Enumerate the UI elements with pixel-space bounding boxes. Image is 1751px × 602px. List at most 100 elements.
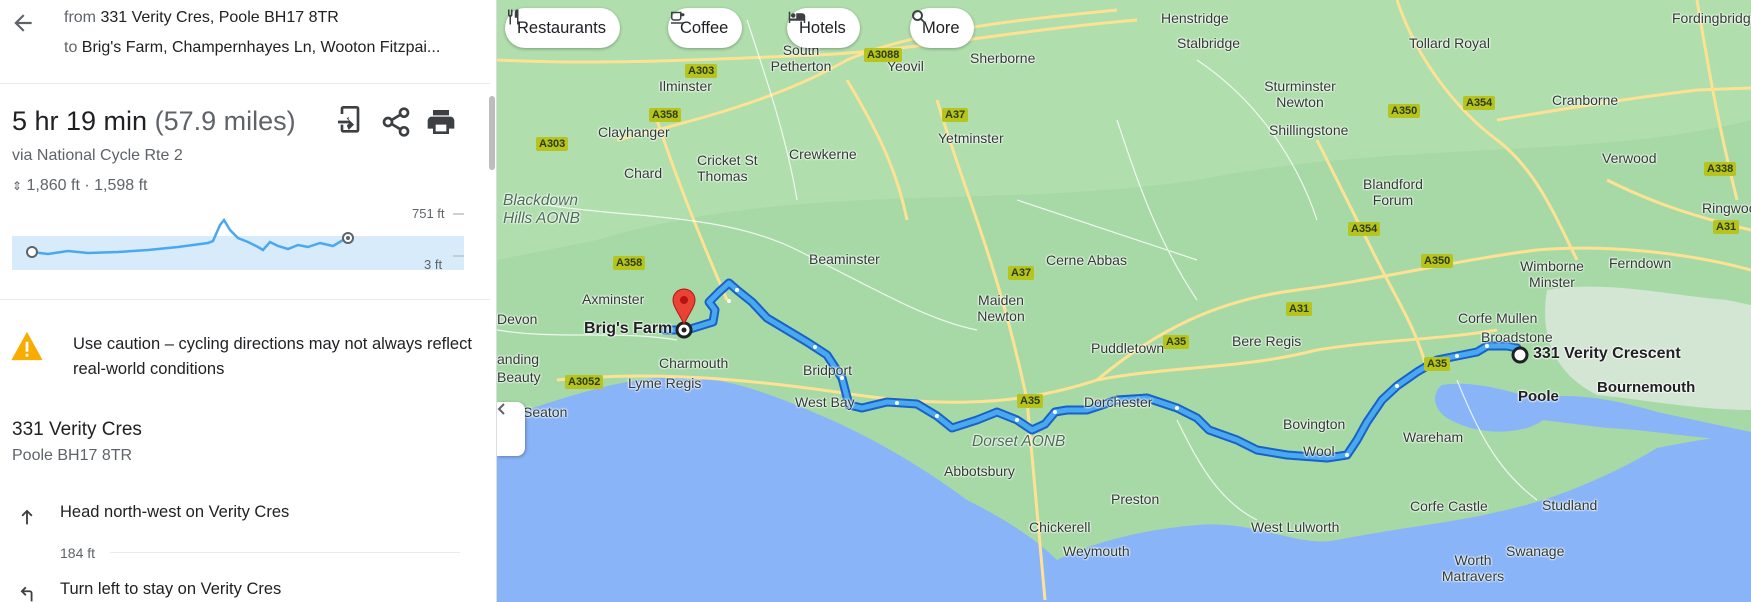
- route-destination[interactable]: to Brig's Farm, Champernhayes Ln, Wooton…: [64, 39, 469, 57]
- road-shield: A31: [1713, 220, 1740, 234]
- road-shield: A350: [1421, 254, 1454, 268]
- distance-value: (57.9 miles): [154, 106, 296, 136]
- map-label-place: Devon: [497, 311, 538, 327]
- map-label-place: Wool: [1303, 443, 1335, 459]
- restaurants-chip[interactable]: Restaurants: [505, 8, 620, 48]
- elevation-summary: ⇕ 1,860 ft · 1,598 ft: [12, 177, 147, 195]
- step-divider: [110, 552, 460, 553]
- road-shield: A35: [1163, 335, 1190, 349]
- elevation-start-marker: [26, 246, 38, 258]
- destination-pin-icon[interactable]: [672, 288, 696, 326]
- road-shield: A354: [1348, 222, 1381, 236]
- elevation-chart: 751 ft 3 ft: [12, 206, 464, 272]
- step-instruction[interactable]: Turn left to stay on Verity Cres: [60, 580, 281, 599]
- divider: [0, 299, 490, 300]
- panel-scrollbar[interactable]: [489, 96, 495, 170]
- restaurants-label: Restaurants: [517, 18, 606, 37]
- warning-icon: [11, 331, 43, 361]
- start-location-title: 331 Verity Cres: [12, 419, 142, 440]
- hotels-chip[interactable]: Hotels: [787, 8, 860, 48]
- destination-label[interactable]: Brig's Farm: [584, 320, 672, 338]
- hotel-icon: [788, 11, 806, 23]
- route-origin[interactable]: from 331 Verity Cres, Poole BH17 8TR: [64, 9, 339, 27]
- map-label-place: Cerne Abbas: [1046, 252, 1127, 268]
- restaurant-icon: [508, 9, 519, 25]
- map-label-place: Axminster: [582, 291, 645, 307]
- map-label-place: Chard: [624, 165, 663, 181]
- map-label-place: Beaminster: [809, 251, 880, 267]
- map-label-place: Cricket St Thomas: [697, 152, 758, 184]
- start-location-subtitle: Poole BH17 8TR: [12, 447, 133, 464]
- duration-value: 5 hr 19 min: [12, 106, 148, 136]
- origin-label[interactable]: 331 Verity Crescent: [1533, 345, 1681, 363]
- map-label-place: Wareham: [1403, 429, 1464, 445]
- cycling-caution-text: Use caution – cycling directions may not…: [73, 335, 472, 378]
- map-label-place: Abbotsbury: [944, 463, 1015, 479]
- map-label-place: Fordingbridge: [1672, 10, 1751, 26]
- map-label-place: Yetminster: [938, 130, 1004, 146]
- trip-duration: 5 hr 19 min (57.9 miles): [12, 106, 296, 137]
- origin-prefix: from: [64, 9, 96, 26]
- road-shield: A354: [1463, 96, 1496, 110]
- road-shield: A37: [1008, 266, 1035, 280]
- destination-pin-dot: [680, 296, 688, 304]
- coffee-label: Coffee: [680, 18, 729, 37]
- map-label-place: Bovington: [1283, 416, 1346, 432]
- map-label-place: Puddletown: [1091, 340, 1165, 356]
- road-shield: A31: [1286, 302, 1313, 316]
- map-label-place: Lyme Regis: [628, 375, 702, 391]
- coffee-icon: [671, 11, 685, 24]
- step-distance: 184 ft: [60, 545, 96, 561]
- divider: [0, 83, 490, 84]
- directions-panel: from 331 Verity Cres, Poole BH17 8TR to …: [0, 0, 497, 602]
- road-shield: A358: [613, 256, 646, 270]
- destination-dot: [681, 327, 687, 333]
- collapse-panel-button[interactable]: [497, 402, 525, 456]
- map-label-place: Studland: [1542, 497, 1598, 513]
- send-to-phone-icon[interactable]: [334, 106, 366, 138]
- map-label-place: Dorchester: [1084, 394, 1153, 410]
- origin-marker[interactable]: [1511, 346, 1529, 364]
- map-label-place: Worth Matravers: [1441, 552, 1505, 584]
- back-arrow-icon[interactable]: [10, 10, 36, 36]
- map-label-place: Ilminster: [659, 78, 712, 94]
- map-label-place: Stalbridge: [1177, 35, 1241, 51]
- map-label-place: Swanage: [1506, 543, 1565, 559]
- map-label-place: Preston: [1111, 491, 1160, 507]
- map-label-place: Chickerell: [1029, 519, 1091, 535]
- map-canvas[interactable]: Henstridge Stalbridge Tollard Royal Ford…: [497, 0, 1751, 602]
- map-label-place: Ringwood: [1702, 200, 1751, 216]
- map-label-place: Verwood: [1602, 150, 1657, 166]
- map-label-town: Poole: [1518, 388, 1559, 405]
- map-label-place: Broadstone: [1481, 329, 1553, 345]
- map-label-place: Wimborne Minster: [1520, 258, 1584, 290]
- destination-value: Brig's Farm, Champernhayes Ln, Wooton Fi…: [81, 39, 441, 56]
- print-icon[interactable]: [425, 106, 457, 138]
- step-instruction[interactable]: Head north-west on Verity Cres: [60, 503, 289, 522]
- map-label-place: Henstridge: [1161, 10, 1229, 26]
- map-label-place: Cranborne: [1552, 92, 1619, 108]
- map-label-place: Corfe Castle: [1410, 498, 1488, 514]
- chevron-left-icon: [497, 403, 505, 415]
- road-shield: A35: [1424, 357, 1451, 371]
- road-shield: A35: [1017, 394, 1044, 408]
- map-label-place: Shillingstone: [1269, 122, 1349, 138]
- road-shield: A3052: [565, 375, 604, 389]
- map-label-place: Charmouth: [659, 355, 729, 371]
- coffee-chip[interactable]: Coffee: [668, 8, 743, 48]
- road-shield: A350: [1388, 104, 1421, 118]
- map-label-place: Weymouth: [1063, 543, 1130, 559]
- elevation-end-dot: [346, 236, 350, 240]
- share-icon[interactable]: [380, 106, 412, 138]
- map-label-place: Sturminster Newton: [1264, 78, 1336, 110]
- map-label-place: Blandford Forum: [1363, 176, 1423, 208]
- map-label-town: Bournemouth: [1597, 379, 1696, 396]
- map-label-place: Seaton: [523, 404, 568, 420]
- more-chip[interactable]: More: [910, 8, 974, 48]
- map-label-place: Bridport: [803, 362, 853, 378]
- map-label-place: West Lulworth: [1251, 519, 1340, 535]
- map-label-place: West Bay: [795, 394, 855, 410]
- map-label-place: Crewkerne: [789, 146, 857, 162]
- elevation-value: 1,860 ft · 1,598 ft: [26, 177, 148, 194]
- road-shield: A338: [1704, 162, 1737, 176]
